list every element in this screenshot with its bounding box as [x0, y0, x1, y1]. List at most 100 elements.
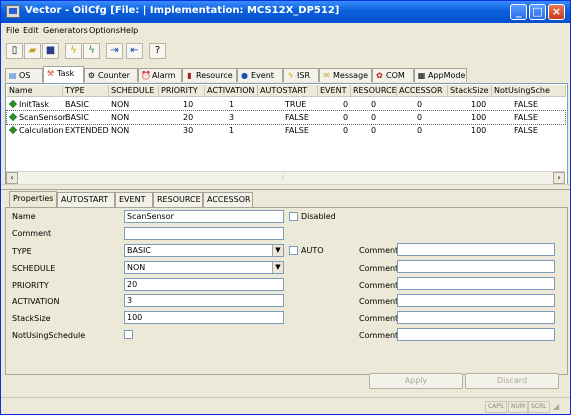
table-cell: NON [111, 100, 130, 109]
num-indicator: NUM [508, 401, 529, 413]
chevron-down-icon[interactable]: ▼ [272, 262, 283, 273]
cell-text: Calculation [19, 126, 64, 135]
column-header[interactable]: ACTIVATION [205, 85, 258, 97]
tab-message[interactable]: ✉ Message [319, 68, 372, 82]
close-button[interactable]: × [548, 4, 565, 20]
open-folder-icon[interactable]: ▰ [24, 43, 41, 59]
table-cell: FALSE [514, 100, 538, 109]
tab-label: Event [251, 71, 274, 80]
discard-button[interactable]: Discard [465, 373, 559, 389]
priority-label: PRIORITY [12, 281, 49, 290]
message-icon: ✉ [323, 71, 330, 80]
scroll-left-arrow-icon[interactable]: ‹ [6, 172, 18, 184]
table-cell: 0 [417, 100, 423, 109]
type-comment-label: Comment [359, 246, 399, 255]
type-comment-input[interactable] [397, 243, 555, 256]
task-table: Name TYPE SCHEDULE PRIORITY ACTIVATION A… [5, 83, 568, 185]
table-cell: EXTENDED [65, 126, 109, 135]
priority-comment-input[interactable] [397, 277, 555, 290]
tab-accessor[interactable]: ACCESSOR [203, 192, 253, 207]
column-header[interactable]: RESOURCE [351, 85, 397, 97]
table-cell: 0 [417, 113, 423, 122]
menu-file[interactable]: File [6, 26, 19, 35]
export-icon[interactable]: ⇤ [126, 43, 143, 59]
menu-options[interactable]: Options [89, 26, 120, 35]
tab-counter[interactable]: ⚙ Counter [84, 68, 138, 82]
title-bar[interactable]: Vector - OilCfg [File: | Implementation:… [1, 1, 570, 23]
button-bar: Apply Discard [1, 373, 570, 395]
tab-event-detail[interactable]: EVENT [115, 192, 153, 207]
column-header[interactable]: SCHEDULE [109, 85, 159, 97]
save-icon[interactable]: ■ [42, 43, 59, 59]
event-icon: ● [241, 71, 248, 80]
generate-all-icon[interactable]: ϟ [83, 43, 100, 59]
resize-grip-icon[interactable]: ◢ [553, 402, 559, 411]
comment-label: Comment [12, 229, 52, 238]
activation-comment-input[interactable] [397, 294, 555, 307]
tab-label: OS [19, 71, 31, 80]
pane-splitter[interactable] [1, 184, 570, 190]
tab-properties[interactable]: Properties [9, 191, 57, 208]
tab-com[interactable]: ✿ COM [372, 68, 414, 82]
table-row[interactable]: Calculation EXTENDED NON 30 1 FALSE 0 0 … [7, 124, 565, 137]
auto-checkbox[interactable] [289, 246, 298, 255]
tab-appmode[interactable]: ▦ AppMode [414, 68, 467, 82]
column-header[interactable]: StackSize [448, 85, 492, 97]
chevron-down-icon[interactable]: ▼ [272, 245, 283, 256]
schedule-comment-label: Comment [359, 264, 399, 273]
status-bar: CAPS NUM SCRL ◢ [1, 397, 570, 415]
schedule-select[interactable]: NON ▼ [124, 261, 284, 274]
table-cell: FALSE [514, 126, 538, 135]
disabled-checkbox[interactable] [289, 212, 298, 221]
priority-input[interactable]: 20 [124, 278, 284, 291]
tab-resource-detail[interactable]: RESOURCE [153, 192, 203, 207]
table-row[interactable]: InitTask BASIC NON 10 1 TRUE 0 0 0 100 F… [7, 98, 565, 111]
stacksize-input[interactable]: 100 [124, 311, 284, 324]
tab-autostart[interactable]: AUTOSTART [57, 192, 115, 207]
menu-help[interactable]: Help [120, 26, 138, 35]
tab-alarm[interactable]: ⏰ Alarm [138, 68, 182, 82]
column-header[interactable]: AUTOSTART [258, 85, 318, 97]
horizontal-scrollbar[interactable]: ‹ ⋮ › [6, 171, 565, 184]
scroll-right-arrow-icon[interactable]: › [553, 172, 565, 184]
notusing-comment-input[interactable] [397, 328, 555, 341]
help-icon[interactable]: ? [149, 43, 166, 59]
column-header[interactable]: TYPE [63, 85, 109, 97]
caps-indicator: CAPS [485, 401, 507, 413]
minimize-button[interactable]: _ [510, 4, 527, 20]
schedule-comment-input[interactable] [397, 260, 555, 273]
maximize-button[interactable]: □ [529, 4, 546, 20]
column-header[interactable]: PRIORITY [159, 85, 205, 97]
menu-edit[interactable]: Edit [23, 26, 39, 35]
type-select[interactable]: BASIC ▼ [124, 244, 284, 257]
menu-generators[interactable]: Generators [43, 26, 88, 35]
column-header[interactable]: NotUsingSche [492, 85, 566, 97]
name-input[interactable]: ScanSensor [124, 210, 284, 223]
scroll-thumb-grip-icon[interactable]: ⋮ [276, 172, 290, 184]
generate-icon[interactable]: ϟ [65, 43, 82, 59]
table-cell: 20 [183, 113, 194, 122]
column-header[interactable]: Name [7, 85, 63, 97]
tab-event[interactable]: ● Event [237, 68, 283, 82]
tab-resource[interactable]: ▮ Resource [182, 68, 237, 82]
apply-button[interactable]: Apply [369, 373, 463, 389]
table-cell: 3 [229, 113, 235, 122]
new-file-icon[interactable]: ▯ [6, 43, 23, 59]
tab-task[interactable]: ⚒ Task [43, 66, 84, 83]
table-cell: 0 [343, 100, 349, 109]
tab-os[interactable]: ▤ OS [5, 68, 43, 82]
os-icon: ▤ [8, 71, 17, 80]
table-cell: FALSE [514, 113, 538, 122]
isr-icon: ϟ [287, 71, 294, 80]
tab-isr[interactable]: ϟ ISR [283, 68, 319, 82]
activation-comment-label: Comment [359, 297, 399, 306]
notusingschedule-checkbox[interactable] [124, 330, 133, 339]
column-header[interactable]: EVENT [318, 85, 351, 97]
column-header[interactable]: ACCESSOR [397, 85, 448, 97]
menu-bar: File Edit Generators Options Help [1, 24, 570, 38]
activation-input[interactable]: 3 [124, 294, 284, 307]
stacksize-comment-input[interactable] [397, 311, 555, 324]
import-icon[interactable]: ⇥ [106, 43, 123, 59]
table-row-selected[interactable]: ScanSensor BASIC NON 20 3 FALSE 0 0 0 10… [6, 110, 566, 125]
comment-input[interactable] [124, 227, 284, 240]
